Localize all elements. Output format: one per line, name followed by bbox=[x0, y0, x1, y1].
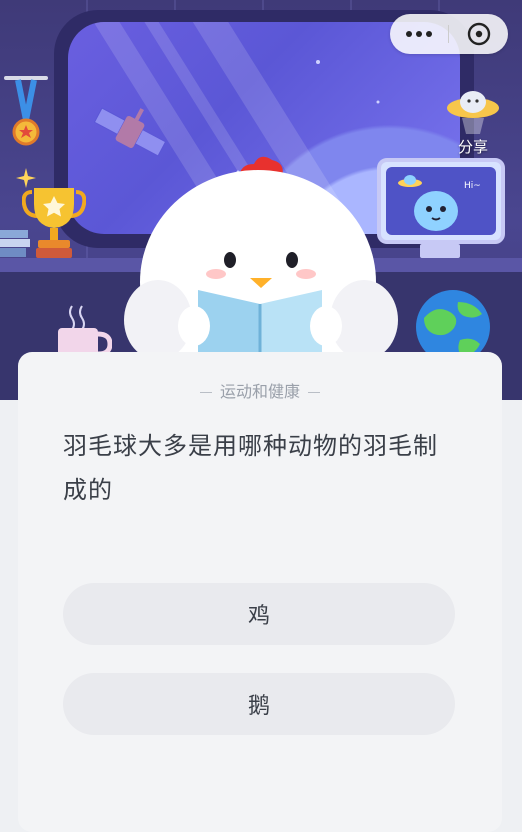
medal-icon bbox=[4, 76, 48, 146]
ufo-share-icon bbox=[447, 91, 499, 134]
monitor-greeting: Hi~ bbox=[464, 181, 481, 191]
answer-option-1[interactable]: 鸡 bbox=[63, 583, 455, 645]
monitor-stand bbox=[420, 244, 460, 258]
category-header: 运动和健康 bbox=[18, 378, 502, 402]
category-dash-left bbox=[199, 392, 212, 393]
question-text: 羽毛球大多是用哪种动物的羽毛制成的 bbox=[63, 432, 438, 504]
category-label: 运动和健康 bbox=[219, 382, 300, 401]
capsule-menu bbox=[390, 14, 508, 54]
quiz-card: 运动和健康 羽毛球大多是用哪种动物的羽毛制成的 鸡 鹅 bbox=[18, 352, 502, 832]
close-button[interactable] bbox=[449, 14, 508, 54]
sparkle-icon bbox=[16, 168, 36, 188]
category-dash-right bbox=[308, 392, 320, 393]
answer-option-2[interactable]: 鹅 bbox=[63, 673, 455, 735]
share-button[interactable]: 分享 bbox=[438, 86, 508, 158]
chicken-mascot bbox=[124, 156, 398, 380]
trophy-icon bbox=[22, 188, 86, 258]
close-circle-icon bbox=[467, 22, 490, 46]
share-label: 分享 bbox=[457, 138, 488, 156]
hero-illustration: Hi~ 分享 bbox=[0, 0, 522, 400]
more-dots-icon[interactable] bbox=[390, 14, 448, 54]
